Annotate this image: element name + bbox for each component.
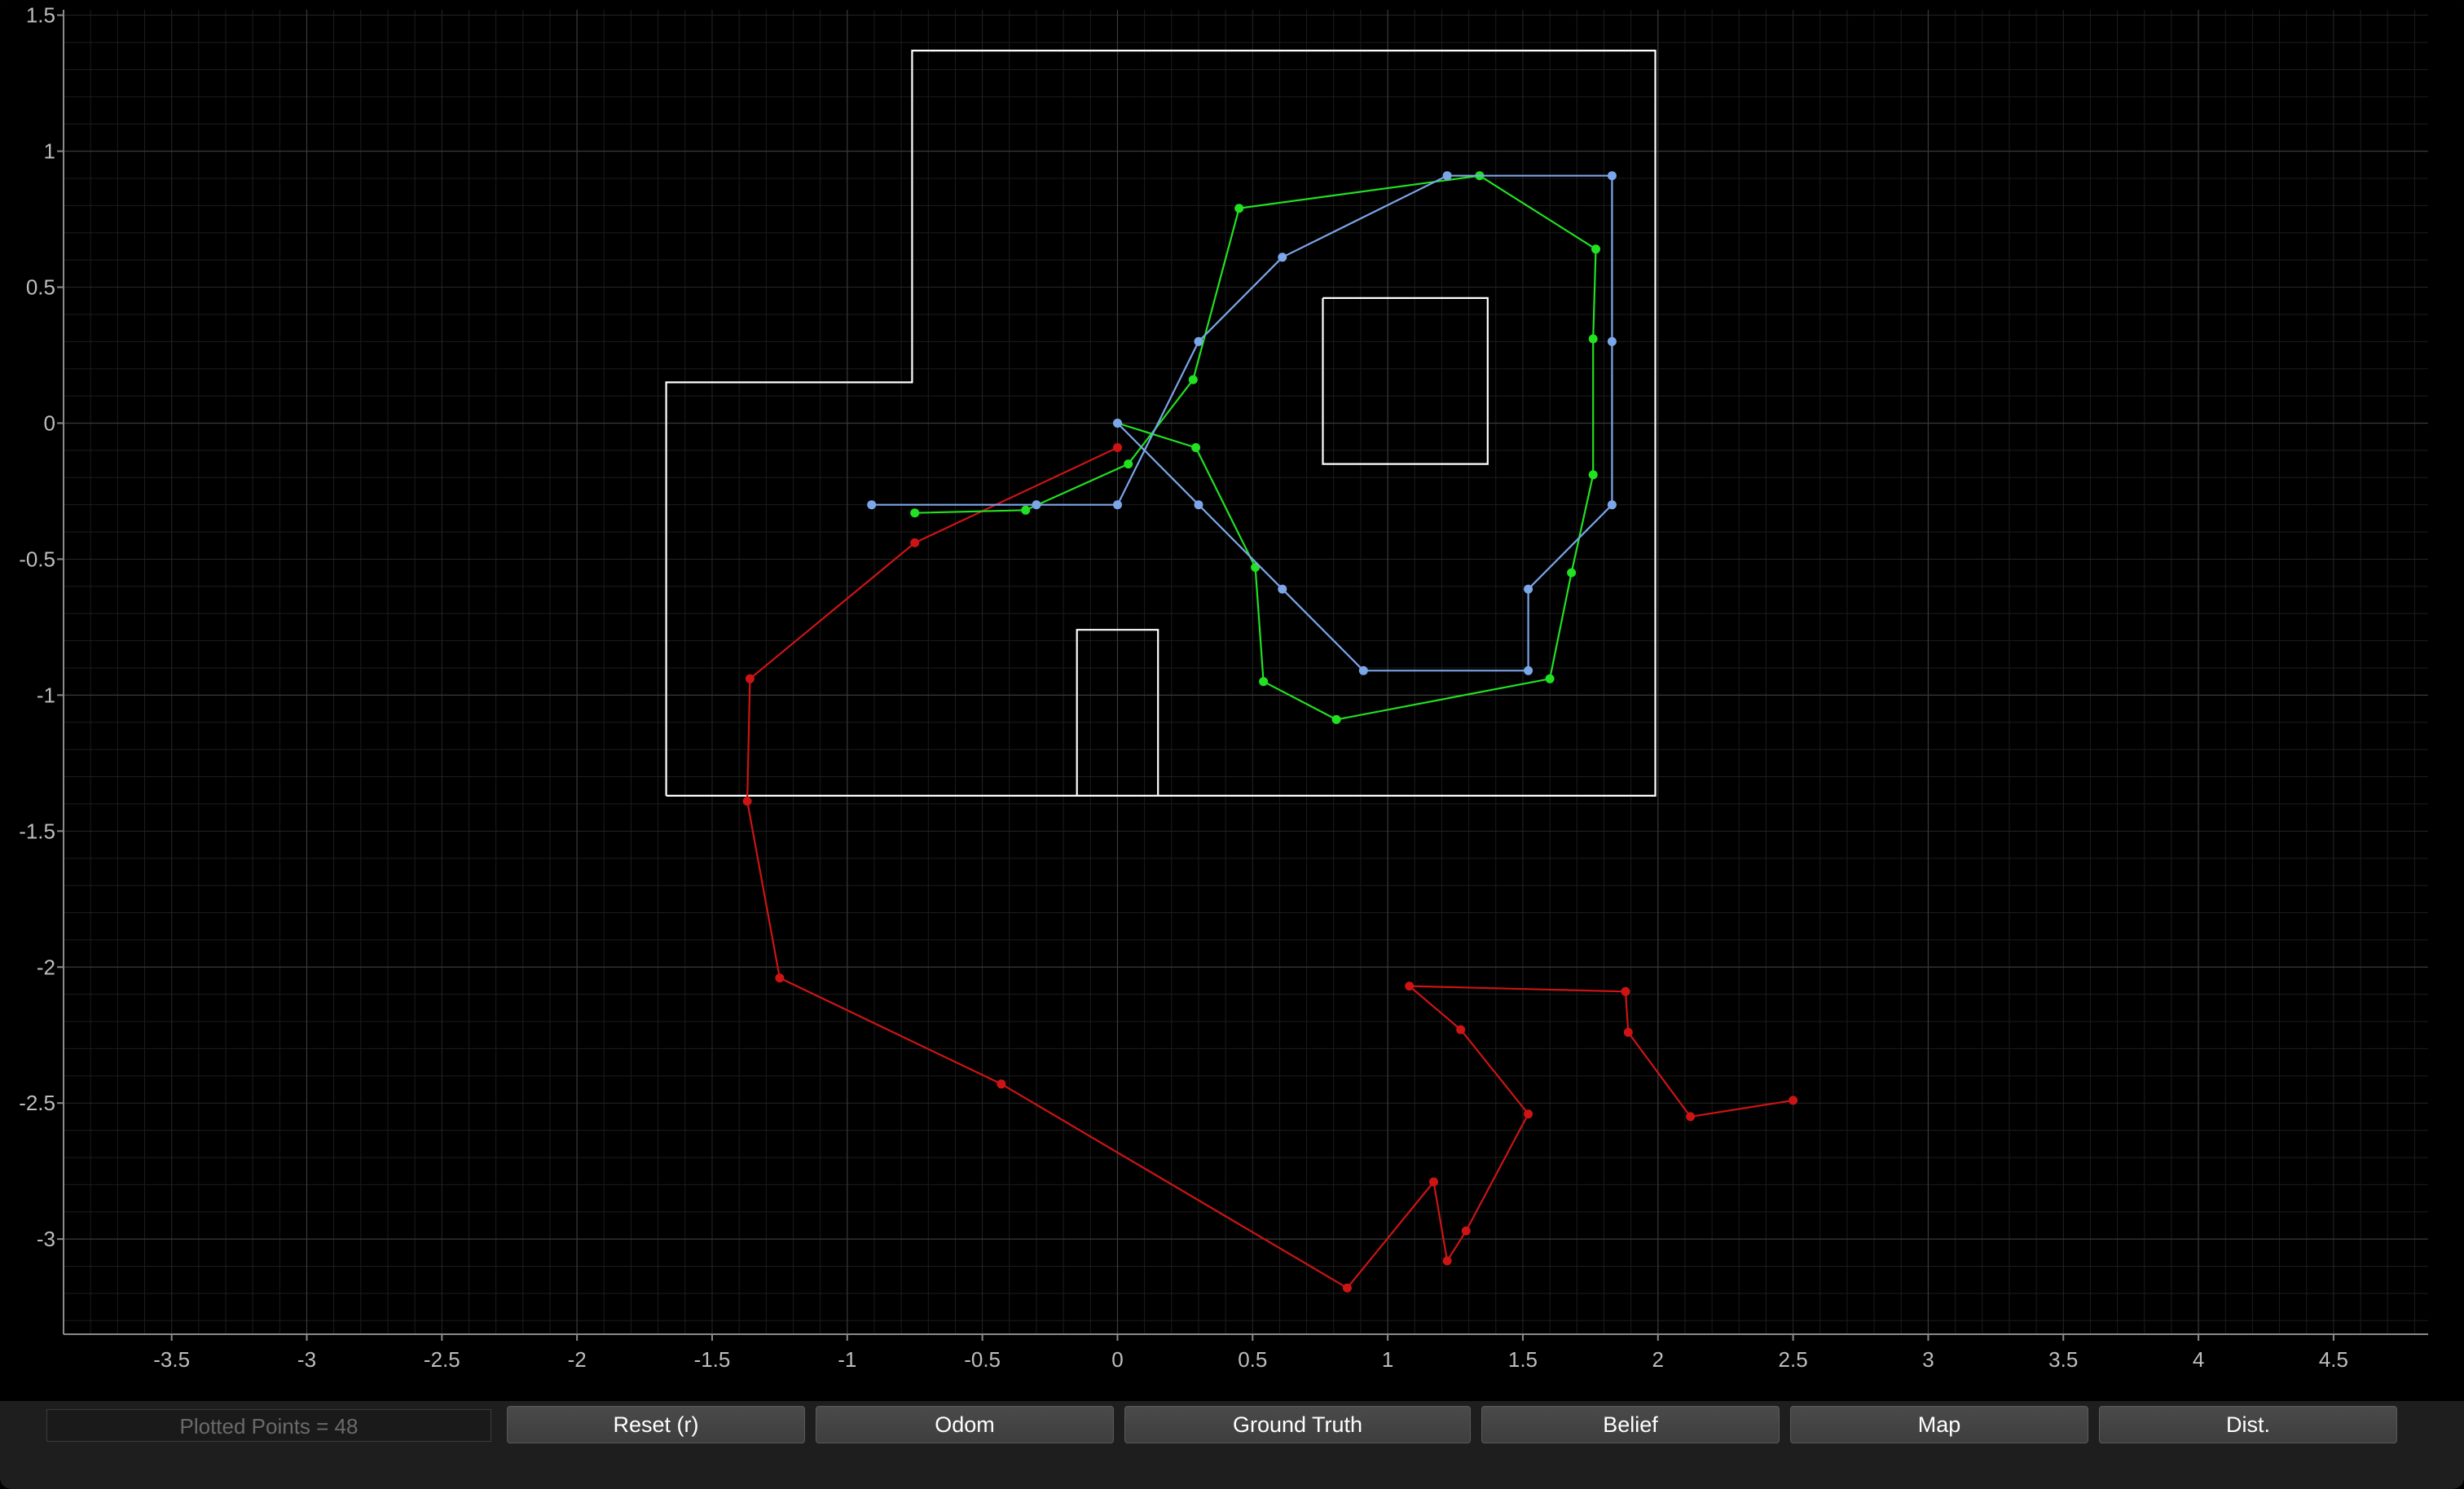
belief-point — [1113, 419, 1122, 428]
x-tick-label: 4 — [2193, 1347, 2204, 1372]
odom-point — [1789, 1096, 1798, 1105]
ground_truth-point — [1259, 677, 1269, 687]
map-toggle-button[interactable]: Map — [1790, 1406, 2088, 1443]
ground_truth-point — [1234, 204, 1244, 213]
belief-point — [1607, 500, 1617, 510]
bottom-toolbar: Plotted Points = 48 Reset (r) Odom Groun… — [0, 1401, 2464, 1453]
ground_truth-point — [1331, 714, 1341, 724]
reset-button[interactable]: Reset (r) — [507, 1406, 805, 1443]
belief-point — [1194, 500, 1203, 510]
y-tick-label: -2 — [37, 955, 55, 979]
odom-point — [1113, 443, 1122, 452]
x-tick-label: 0.5 — [1238, 1347, 1267, 1372]
ground_truth-point — [1591, 244, 1600, 254]
belief-point — [1358, 665, 1368, 675]
belief-point — [1607, 171, 1617, 181]
plot-window: -3.5 -3 -2.5 -2 -1.5 -1 -0.5 0 0.5 1 1.5 2 2.5 3 3.5 4 4… — [0, 0, 2464, 1489]
x-tick-label: 3 — [1922, 1347, 1934, 1372]
odom-point — [1621, 986, 1630, 996]
odom-point — [997, 1079, 1006, 1089]
x-tick-label: 0 — [1111, 1347, 1123, 1372]
odom-point — [1524, 1109, 1533, 1119]
odom-point — [1442, 1256, 1452, 1266]
ground_truth-point — [1021, 505, 1031, 515]
y-tick-label: -3 — [37, 1227, 55, 1251]
belief-point — [1032, 500, 1041, 510]
odom-point — [910, 538, 920, 547]
y-tick-label: 0 — [44, 411, 55, 435]
belief-point — [1442, 171, 1452, 181]
y-tick-label: -1 — [37, 683, 55, 707]
x-tick-label: -3.5 — [153, 1347, 190, 1372]
belief-point — [1194, 336, 1203, 346]
y-tick-label: 1.5 — [26, 3, 55, 28]
belief-point — [1278, 584, 1287, 594]
y-tick-label: -0.5 — [19, 547, 55, 571]
x-tick-label: 1.5 — [1508, 1347, 1538, 1372]
trajectory-plot[interactable]: -3.5 -3 -2.5 -2 -1.5 -1 -0.5 0 0.5 1 1.5 2 2.5 3 3.5 4 4… — [0, 0, 2464, 1401]
plotted-points-counter: Plotted Points = 48 — [46, 1409, 491, 1442]
x-tick-label: -3 — [297, 1347, 316, 1372]
odom-point — [1456, 1025, 1466, 1034]
ground_truth-point — [1567, 568, 1577, 578]
belief-point — [1113, 500, 1122, 510]
ground_truth-point — [1124, 459, 1133, 469]
belief-point — [867, 500, 877, 510]
dist-toggle-button[interactable]: Dist. — [2099, 1406, 2397, 1443]
y-tick-label: 1 — [44, 139, 55, 164]
x-tick-label: 3.5 — [2048, 1347, 2078, 1372]
odom-point — [1405, 982, 1415, 991]
ground_truth-point — [1588, 334, 1598, 344]
belief-point — [1278, 253, 1287, 262]
x-tick-label: -0.5 — [964, 1347, 1001, 1372]
x-tick-label: -1.5 — [694, 1347, 731, 1372]
belief-point — [1524, 665, 1533, 675]
x-tick-label: -2 — [568, 1347, 587, 1372]
belief-point — [1524, 584, 1533, 594]
x-tick-label: 4.5 — [2319, 1347, 2348, 1372]
odom-point — [1686, 1112, 1696, 1122]
ground_truth-point — [1545, 674, 1555, 683]
ground-truth-toggle-button[interactable]: Ground Truth — [1124, 1406, 1471, 1443]
odom-toggle-button[interactable]: Odom — [816, 1406, 1114, 1443]
odom-point — [775, 973, 785, 983]
odom-point — [745, 674, 755, 683]
x-tick-label: 2.5 — [1779, 1347, 1808, 1372]
odom-point — [1429, 1177, 1438, 1187]
belief-point — [1607, 336, 1617, 346]
ground_truth-point — [1188, 375, 1198, 384]
odom-point — [1342, 1283, 1352, 1293]
x-tick-label: 1 — [1382, 1347, 1393, 1372]
ground_truth-point — [910, 508, 920, 518]
x-tick-label: -1 — [838, 1347, 856, 1372]
odom-point — [1461, 1226, 1471, 1236]
ground_truth-point — [1588, 470, 1598, 480]
y-tick-label: 0.5 — [26, 275, 55, 300]
belief-toggle-button[interactable]: Belief — [1481, 1406, 1780, 1443]
x-tick-label: -2.5 — [424, 1347, 460, 1372]
x-tick-label: 2 — [1652, 1347, 1664, 1372]
odom-point — [1623, 1027, 1633, 1037]
y-tick-label: -2.5 — [19, 1091, 55, 1115]
plot-background — [0, 0, 2464, 1401]
odom-point — [742, 797, 752, 806]
ground_truth-point — [1191, 443, 1201, 452]
y-tick-label: -1.5 — [19, 819, 55, 843]
